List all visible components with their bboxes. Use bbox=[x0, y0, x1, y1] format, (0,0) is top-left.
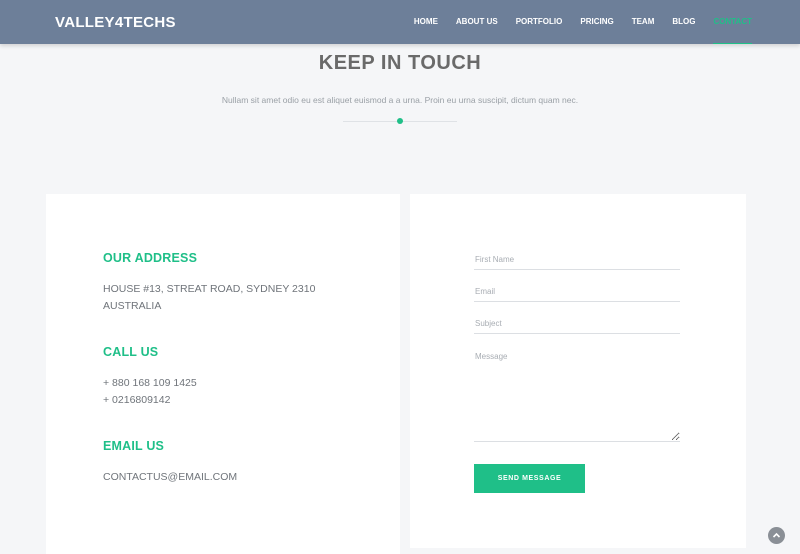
send-message-button[interactable]: SEND MESSAGE bbox=[474, 464, 585, 493]
navbar: VALLEY4TECHS HOME ABOUT US PORTFOLIO PRI… bbox=[0, 0, 800, 44]
brand-logo[interactable]: VALLEY4TECHS bbox=[55, 14, 176, 31]
nav-item-home[interactable]: HOME bbox=[414, 0, 438, 44]
phone-1: + 880 168 109 1425 bbox=[103, 377, 197, 389]
scroll-to-top-button[interactable] bbox=[768, 527, 785, 544]
address-heading: OUR ADDRESS bbox=[103, 251, 198, 265]
contact-info-card: OUR ADDRESS HOUSE #13, STREAT ROAD, SYDN… bbox=[46, 194, 400, 554]
address-line-1: HOUSE #13, STREAT ROAD, SYDNEY 2310 bbox=[103, 283, 316, 295]
call-heading: CALL US bbox=[103, 345, 159, 359]
section-subtitle: Nullam sit amet odio eu est aliquet euis… bbox=[221, 95, 579, 105]
nav-item-contact[interactable]: CONTACT bbox=[713, 0, 752, 44]
contact-form-card: SEND MESSAGE bbox=[410, 194, 746, 548]
nav-menu: HOME ABOUT US PORTFOLIO PRICING TEAM BLO… bbox=[396, 0, 752, 44]
nav-item-team[interactable]: TEAM bbox=[632, 0, 655, 44]
phone-2: + 0216809142 bbox=[103, 394, 171, 406]
email-address: CONTACTUS@EMAIL.COM bbox=[103, 471, 238, 483]
email-heading: EMAIL US bbox=[103, 439, 165, 453]
nav-item-blog[interactable]: BLOG bbox=[672, 0, 695, 44]
nav-item-portfolio[interactable]: PORTFOLIO bbox=[516, 0, 563, 44]
section-title: KEEP IN TOUCH bbox=[318, 52, 482, 74]
address-line-2: AUSTRALIA bbox=[103, 300, 162, 312]
nav-item-about-us[interactable]: ABOUT US bbox=[456, 0, 498, 44]
subject-input[interactable] bbox=[474, 314, 680, 334]
first-name-input[interactable] bbox=[474, 250, 680, 270]
chevron-up-icon bbox=[772, 532, 781, 538]
nav-item-pricing[interactable]: PRICING bbox=[580, 0, 613, 44]
divider-dot bbox=[397, 118, 403, 124]
message-textarea[interactable] bbox=[474, 349, 680, 442]
email-input[interactable] bbox=[474, 282, 680, 302]
